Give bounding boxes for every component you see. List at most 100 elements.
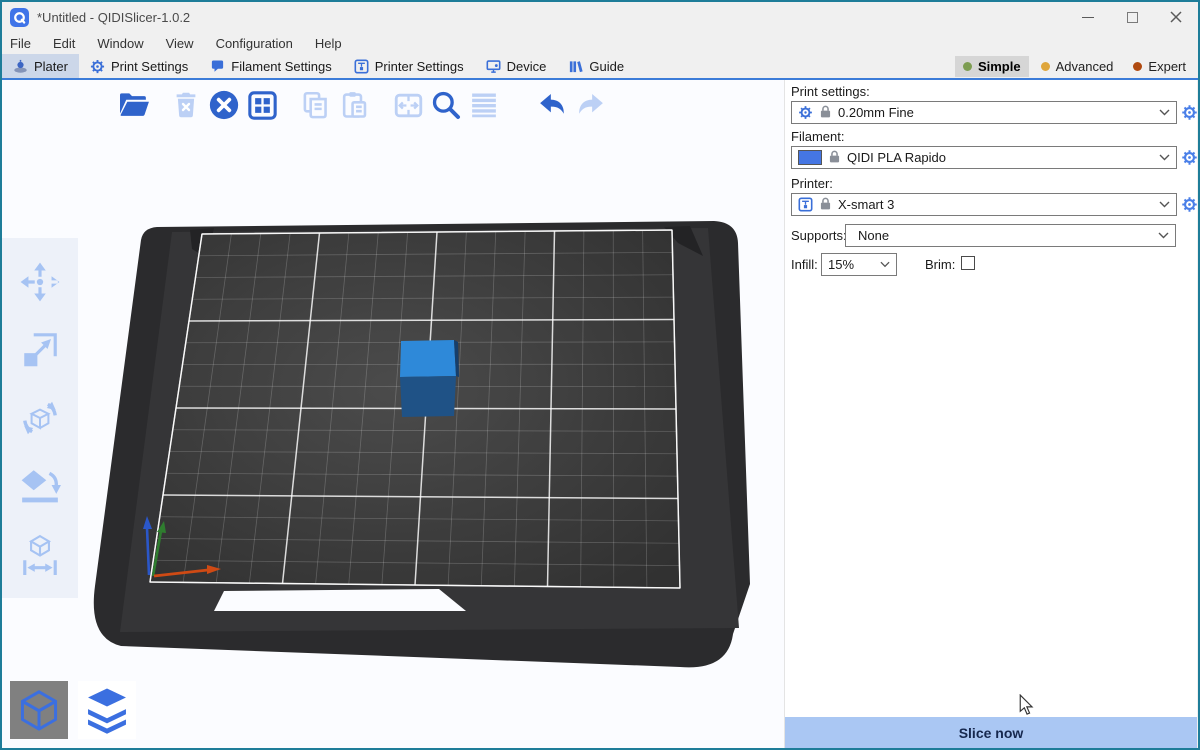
plater-icon	[13, 59, 28, 74]
rotate-tool-icon[interactable]	[16, 394, 64, 442]
delete-button[interactable]	[167, 85, 205, 125]
settings-panel: Print settings: 0.20mm Fine Filament:	[785, 80, 1197, 748]
title-bar: *Untitled - QIDISlicer-1.0.2	[2, 2, 1198, 32]
printer-value: X-smart 3	[838, 197, 1152, 212]
device-icon	[486, 59, 501, 74]
menu-window[interactable]: Window	[97, 36, 143, 51]
menu-view[interactable]: View	[166, 36, 194, 51]
filament-select[interactable]: QIDI PLA Rapido	[791, 146, 1177, 169]
print-settings-label: Print settings:	[791, 84, 870, 99]
edit-print-settings-button[interactable]	[1180, 103, 1198, 121]
slice-now-label: Slice now	[959, 725, 1024, 741]
tab-label: Device	[507, 59, 547, 74]
supports-value: None	[852, 228, 1151, 243]
tab-label: Plater	[34, 59, 68, 74]
move-tool-icon[interactable]	[16, 258, 64, 306]
menu-file[interactable]: File	[10, 36, 31, 51]
tab-label: Print Settings	[111, 59, 188, 74]
bed-handle-slot	[214, 589, 466, 611]
variable-layer-height-button[interactable]	[465, 85, 503, 125]
open-button[interactable]	[115, 85, 153, 125]
chevron-down-icon	[1159, 109, 1170, 116]
tab-print-settings[interactable]: Print Settings	[79, 54, 199, 78]
printer-label: Printer:	[791, 176, 833, 191]
print-settings-value: 0.20mm Fine	[838, 105, 1152, 120]
preview-layers-view-button[interactable]	[78, 681, 136, 739]
3d-viewport[interactable]	[2, 80, 785, 748]
filament-label: Filament:	[791, 129, 844, 144]
minimize-button[interactable]	[1066, 3, 1110, 31]
chevron-down-icon	[1159, 201, 1170, 208]
measure-tool-icon[interactable]	[16, 530, 64, 578]
printer-select[interactable]: X-smart 3	[791, 193, 1177, 216]
app-window: *Untitled - QIDISlicer-1.0.2 File Edit W…	[0, 0, 1200, 750]
tab-bar: Plater Print Settings Filament Settings …	[2, 54, 1198, 80]
guide-icon	[568, 59, 583, 74]
paste-button[interactable]	[335, 85, 373, 125]
tab-plater[interactable]: Plater	[2, 54, 79, 78]
menu-configuration[interactable]: Configuration	[216, 36, 293, 51]
brim-checkbox[interactable]	[961, 256, 975, 270]
mode-label: Advanced	[1056, 59, 1114, 74]
edit-printer-button[interactable]	[1180, 195, 1198, 213]
tab-printer-settings[interactable]: Printer Settings	[343, 54, 475, 78]
tab-label: Filament Settings	[231, 59, 331, 74]
tab-guide[interactable]: Guide	[557, 54, 635, 78]
printer-icon	[354, 59, 369, 74]
view-mode-toggles	[10, 681, 136, 739]
gear-icon	[90, 59, 105, 74]
infill-value: 15%	[828, 257, 873, 272]
gizmo-toolbar	[2, 238, 78, 598]
expert-dot-icon	[1133, 62, 1142, 71]
print-settings-select[interactable]: 0.20mm Fine	[791, 101, 1177, 124]
chevron-down-icon	[1158, 232, 1169, 239]
viewport-toolbar	[115, 85, 609, 125]
window-title: *Untitled - QIDISlicer-1.0.2	[37, 10, 190, 25]
simple-dot-icon	[963, 62, 972, 71]
mode-expert[interactable]: Expert	[1125, 56, 1194, 77]
scale-tool-icon[interactable]	[16, 326, 64, 374]
mode-simple[interactable]: Simple	[955, 56, 1029, 77]
advanced-dot-icon	[1041, 62, 1050, 71]
printer-icon	[798, 197, 813, 212]
split-button[interactable]	[389, 85, 427, 125]
close-button[interactable]	[1154, 3, 1198, 31]
place-on-face-tool-icon[interactable]	[16, 462, 64, 510]
tab-filament-settings[interactable]: Filament Settings	[199, 54, 342, 78]
menu-bar: File Edit Window View Configuration Help	[2, 32, 1198, 54]
tab-device[interactable]: Device	[475, 54, 558, 78]
gear-icon	[798, 105, 813, 120]
undo-button[interactable]	[533, 85, 571, 125]
infill-select[interactable]: 15%	[821, 253, 897, 276]
menu-help[interactable]: Help	[315, 36, 342, 51]
lock-icon	[820, 105, 831, 121]
copy-button[interactable]	[297, 85, 335, 125]
menu-edit[interactable]: Edit	[53, 36, 75, 51]
filament-color-swatch	[798, 150, 822, 165]
tab-label: Guide	[589, 59, 624, 74]
arrange-button[interactable]	[243, 85, 281, 125]
lock-icon	[829, 150, 840, 166]
filament-icon	[210, 59, 225, 74]
mode-selector: Simple Advanced Expert	[955, 54, 1198, 78]
model-cube	[400, 340, 459, 417]
maximize-button[interactable]	[1110, 3, 1154, 31]
tab-label: Printer Settings	[375, 59, 464, 74]
chevron-down-icon	[1159, 154, 1170, 161]
app-logo-icon	[10, 8, 29, 27]
supports-label: Supports:	[791, 228, 847, 243]
brim-label: Brim:	[925, 257, 955, 272]
supports-select[interactable]: None	[845, 224, 1176, 247]
lock-icon	[820, 197, 831, 213]
redo-button[interactable]	[571, 85, 609, 125]
mode-label: Expert	[1148, 59, 1186, 74]
chevron-down-icon	[880, 261, 890, 268]
delete-all-button[interactable]	[205, 85, 243, 125]
mode-label: Simple	[978, 59, 1021, 74]
mode-advanced[interactable]: Advanced	[1033, 56, 1122, 77]
filament-value: QIDI PLA Rapido	[847, 150, 1152, 165]
edit-filament-button[interactable]	[1180, 148, 1198, 166]
3d-editor-view-button[interactable]	[10, 681, 68, 739]
slice-now-button[interactable]: Slice now	[785, 717, 1197, 748]
search-button[interactable]	[427, 85, 465, 125]
